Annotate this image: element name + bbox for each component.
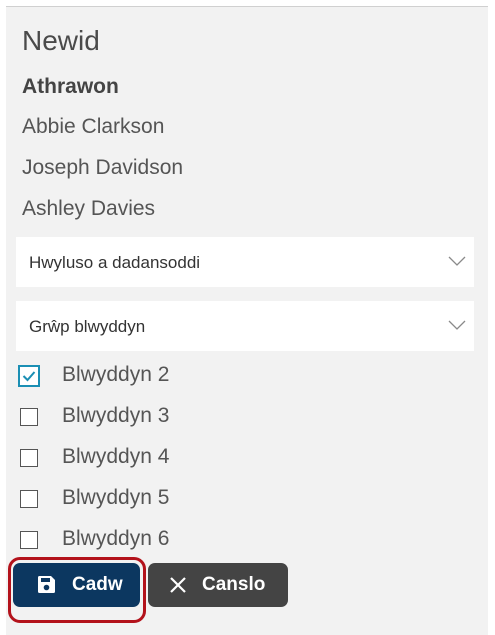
teacher-name: Ashley Davies [22,197,156,220]
edit-panel: Newid Athrawon Abbie Clarkson Joseph Dav… [6,6,488,635]
year-checkbox-row[interactable]: Blwyddyn 4 [18,443,318,475]
year-checkbox[interactable] [20,408,38,426]
year-checkbox-label: Blwyddyn 6 [62,527,170,550]
year-checkbox-row[interactable]: Blwyddyn 5 [18,484,318,516]
cancel-button-label: Canslo [202,574,266,595]
save-button-label: Cadw [72,574,123,595]
year-checkbox-row[interactable]: Blwyddyn 2 [18,361,318,393]
teacher-name: Joseph Davidson [22,156,184,179]
close-icon [168,575,188,601]
cancel-button[interactable]: Canslo [148,563,288,607]
category-select[interactable]: Hwyluso a dadansoddi [16,237,474,287]
chevron-down-icon [446,314,468,336]
year-checkbox[interactable] [20,531,38,549]
year-group-select[interactable]: Grŵp blwyddyn [16,301,474,351]
checkmark-icon [22,371,36,382]
year-checkbox-label: Blwyddyn 4 [62,445,170,468]
teachers-heading: Athrawon [22,75,119,98]
teacher-name: Abbie Clarkson [22,115,165,138]
year-checkbox-checked[interactable] [18,365,40,387]
year-checkbox-label: Blwyddyn 5 [62,486,170,509]
year-checkbox-label: Blwyddyn 2 [62,363,170,386]
save-button[interactable]: Cadw [13,563,140,607]
year-checkbox-row[interactable]: Blwyddyn 3 [18,402,318,434]
panel-title: Newid [22,25,100,56]
chevron-down-icon [446,250,468,272]
year-checkbox-label: Blwyddyn 3 [62,404,170,427]
year-checkbox-row[interactable]: Blwyddyn 6 [18,525,318,557]
category-select-value: Hwyluso a dadansoddi [29,253,201,272]
floppy-disk-icon [37,575,56,600]
year-checkbox[interactable] [20,490,38,508]
year-checkbox[interactable] [20,449,38,467]
year-group-select-value: Grŵp blwyddyn [29,317,146,336]
